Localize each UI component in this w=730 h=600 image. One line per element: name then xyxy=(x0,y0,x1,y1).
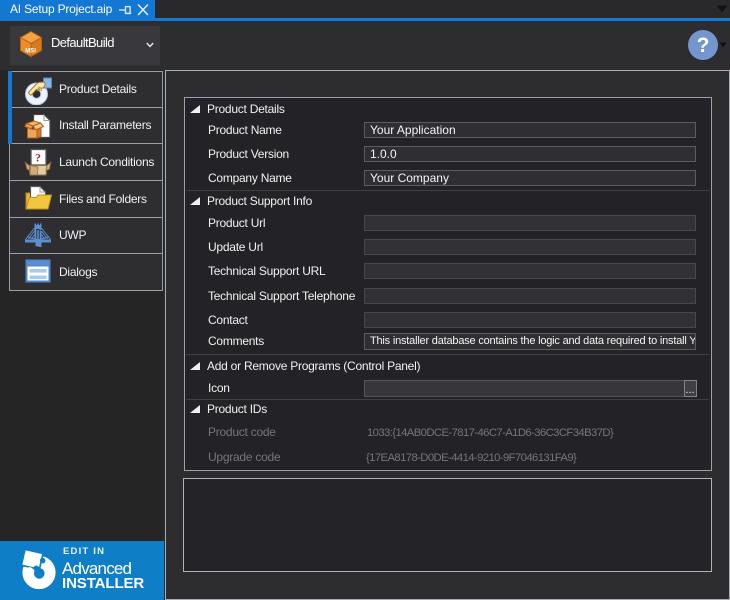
svg-text:?: ? xyxy=(35,151,41,165)
svg-text:MSI: MSI xyxy=(25,49,36,55)
